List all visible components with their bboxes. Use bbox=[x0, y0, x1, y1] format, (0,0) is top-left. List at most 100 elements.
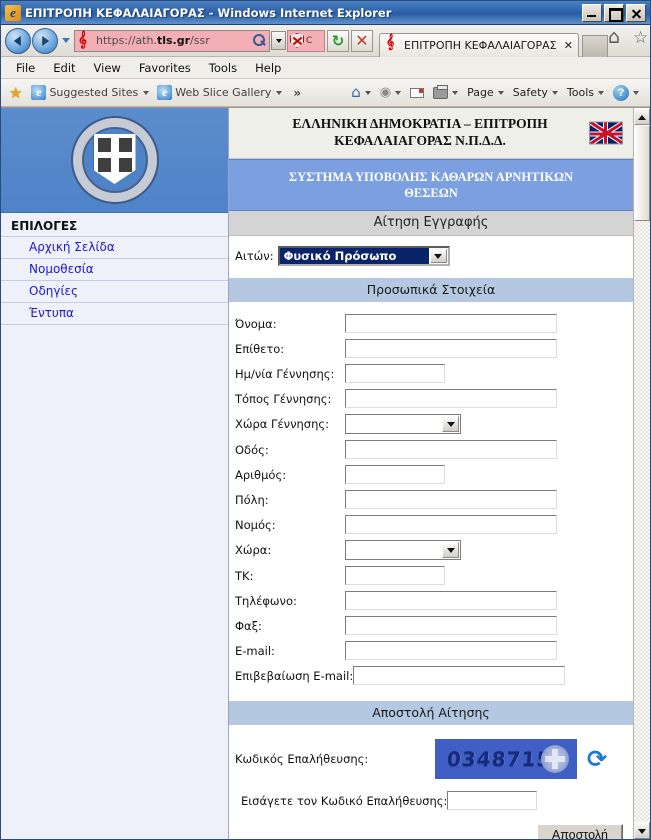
command-home[interactable]: ⌂ bbox=[348, 83, 374, 102]
address-text: https://ath.tls.gr/ssr bbox=[96, 34, 210, 47]
birthplace-input[interactable] bbox=[345, 389, 557, 409]
sidebar-heading: ΕΠΙΛΟΓΕΣ bbox=[1, 213, 228, 237]
postalcode-input[interactable] bbox=[345, 566, 445, 586]
favorites-bar: Suggested Sites Web Slice Gallery » ⌂ ◉ bbox=[1, 79, 650, 107]
menu-item-file[interactable]: File bbox=[7, 59, 44, 77]
menu-item-edit[interactable]: Edit bbox=[44, 59, 84, 77]
field-label-city: Πόλη: bbox=[235, 492, 269, 507]
street-input[interactable] bbox=[345, 440, 557, 460]
chevron-down-icon[interactable] bbox=[442, 542, 459, 559]
scrollbar-thumb[interactable] bbox=[634, 125, 650, 221]
greek-coat-of-arms-icon bbox=[72, 118, 157, 202]
address-dropdown-icon[interactable] bbox=[271, 31, 286, 50]
site-favicon-icon bbox=[78, 30, 93, 48]
browser-tab[interactable]: ΕΠΙΤΡΟΠΗ ΚΕΦΑΛΑΙΑΓΟΡΑΣ ✕ bbox=[379, 32, 579, 57]
command-mail[interactable] bbox=[407, 86, 427, 100]
stop-button[interactable]: ✕ bbox=[351, 29, 373, 52]
chevron-down-icon bbox=[551, 90, 558, 95]
streetnumber-input[interactable] bbox=[345, 465, 445, 485]
birthcountry-select[interactable] bbox=[345, 414, 461, 435]
sidebar-item-instructions[interactable]: Οδηγίες bbox=[1, 281, 228, 303]
main-panel: ΕΛΛΗΝΙΚΗ ΔΗΜΟΚΡΑΤΙΑ – ΕΠΙΤΡΟΠΗ ΚΕΦΑΛΑΙΑΓ… bbox=[229, 108, 633, 839]
sidebar-item-home[interactable]: Αρχική Σελίδα bbox=[1, 237, 228, 259]
menu-item-favorites[interactable]: Favorites bbox=[130, 59, 200, 77]
country-select[interactable] bbox=[345, 540, 461, 561]
tab-close-icon[interactable]: ✕ bbox=[564, 39, 573, 52]
page-title-line2: ΚΕΦΑΛΑΙΑΓΟΡΑΣ Ν.Π.Δ.Δ. bbox=[334, 132, 506, 148]
field-row: Ημ/νία Γέννησης: bbox=[229, 364, 633, 384]
field-label-street: Οδός: bbox=[235, 442, 269, 457]
chevron-down-icon bbox=[452, 90, 459, 95]
favorite-suggested-sites[interactable]: Suggested Sites bbox=[28, 84, 152, 101]
sidebar: ΕΠΙΛΟΓΕΣ Αρχική Σελίδα Νομοθεσία Οδηγίες… bbox=[1, 108, 229, 839]
refresh-button[interactable]: ↻ bbox=[327, 29, 349, 52]
field-row: Επιβεβαίωση E-mail: bbox=[229, 666, 633, 686]
command-tools[interactable]: Tools bbox=[564, 84, 607, 101]
chevron-down-icon bbox=[633, 90, 639, 95]
recent-pages-dropdown-icon[interactable] bbox=[62, 38, 70, 43]
firstname-input[interactable] bbox=[345, 314, 557, 334]
back-button[interactable] bbox=[5, 27, 31, 54]
city-input[interactable] bbox=[345, 490, 557, 510]
menu-item-help[interactable]: Help bbox=[246, 59, 290, 77]
field-label-firstname: Όνομα: bbox=[235, 316, 277, 331]
applicant-type-select[interactable]: Φυσικό Πρόσωπο bbox=[277, 246, 450, 267]
chevron-down-icon bbox=[364, 90, 371, 95]
address-bar[interactable]: https://ath.tls.gr/ssr bbox=[74, 29, 270, 52]
field-row: Επίθετο: bbox=[229, 339, 633, 359]
birthdate-input[interactable] bbox=[345, 364, 445, 384]
scrollbar-track[interactable] bbox=[634, 221, 650, 822]
command-tools-label: Tools bbox=[566, 86, 594, 99]
chevron-down-icon[interactable] bbox=[442, 416, 459, 433]
favorite-web-slice-gallery[interactable]: Web Slice Gallery bbox=[154, 84, 285, 101]
home-icon[interactable] bbox=[608, 26, 625, 49]
fax-input[interactable] bbox=[345, 616, 557, 636]
command-safety[interactable]: Safety bbox=[510, 84, 561, 101]
refresh-captcha-icon[interactable]: ⟳ bbox=[587, 747, 607, 771]
lastname-input[interactable] bbox=[345, 339, 557, 359]
captcha-row: Κωδικός Επαλήθευσης: 0348715 ⟳ bbox=[229, 725, 633, 785]
overflow-chevron-icon[interactable]: » bbox=[293, 86, 301, 100]
menu-item-tools[interactable]: Tools bbox=[200, 59, 246, 77]
close-icon: ✕ bbox=[355, 30, 369, 50]
new-tab-button[interactable] bbox=[582, 34, 608, 57]
uk-flag-icon[interactable] bbox=[589, 121, 623, 145]
close-button[interactable] bbox=[626, 3, 646, 22]
rss-feed-icon: ◉ bbox=[379, 85, 392, 100]
command-print[interactable] bbox=[430, 84, 461, 101]
maximize-button[interactable] bbox=[604, 3, 624, 22]
forward-button[interactable] bbox=[32, 27, 58, 54]
submit-button[interactable]: Αποστολή bbox=[536, 824, 623, 839]
add-favorite-icon[interactable] bbox=[5, 84, 26, 102]
email-input[interactable] bbox=[345, 641, 557, 661]
sidebar-item-legislation[interactable]: Νομοθεσία bbox=[1, 259, 228, 281]
menu-item-view[interactable]: View bbox=[85, 59, 130, 77]
tab-title: ΕΠΙΤΡΟΠΗ ΚΕΦΑΛΑΙΑΓΟΡΑΣ bbox=[404, 38, 556, 52]
prefecture-input[interactable] bbox=[345, 515, 557, 535]
page-title-line1: ΕΛΛΗΝΙΚΗ ΔΗΜΟΚΡΑΤΙΑ – ΕΠΙΤΡΟΠΗ bbox=[292, 116, 548, 131]
page-content: ΕΠΙΛΟΓΕΣ Αρχική Σελίδα Νομοθεσία Οδηγίες… bbox=[1, 108, 633, 839]
field-row: Αριθμός: bbox=[229, 465, 633, 485]
scroll-down-button[interactable] bbox=[634, 822, 650, 839]
ie-icon bbox=[31, 85, 47, 100]
sidebar-item-forms[interactable]: Έντυπα bbox=[1, 303, 228, 325]
favorites-star-icon[interactable] bbox=[633, 28, 650, 49]
captcha-input[interactable] bbox=[447, 791, 538, 811]
email-confirm-input[interactable] bbox=[353, 666, 566, 686]
phone-input[interactable] bbox=[345, 591, 557, 611]
certificate-error-icon bbox=[290, 33, 304, 48]
page-scrollbar[interactable] bbox=[633, 108, 650, 839]
scroll-up-button[interactable] bbox=[634, 108, 650, 125]
command-feeds[interactable]: ◉ bbox=[377, 84, 404, 101]
greek-emblem-icon bbox=[541, 745, 569, 774]
certificate-error-button[interactable]: C bbox=[287, 29, 325, 52]
minimize-button[interactable] bbox=[582, 3, 602, 22]
form-title-bar: Αίτηση Εγγραφής bbox=[229, 211, 633, 237]
ie-icon bbox=[157, 85, 173, 100]
captcha-code: 0348715 bbox=[446, 747, 553, 772]
chevron-down-icon[interactable] bbox=[429, 249, 447, 264]
search-icon[interactable] bbox=[251, 33, 267, 49]
nav-right-icons bbox=[608, 26, 651, 49]
command-page[interactable]: Page bbox=[464, 84, 507, 101]
command-help[interactable]: ? bbox=[610, 83, 642, 103]
